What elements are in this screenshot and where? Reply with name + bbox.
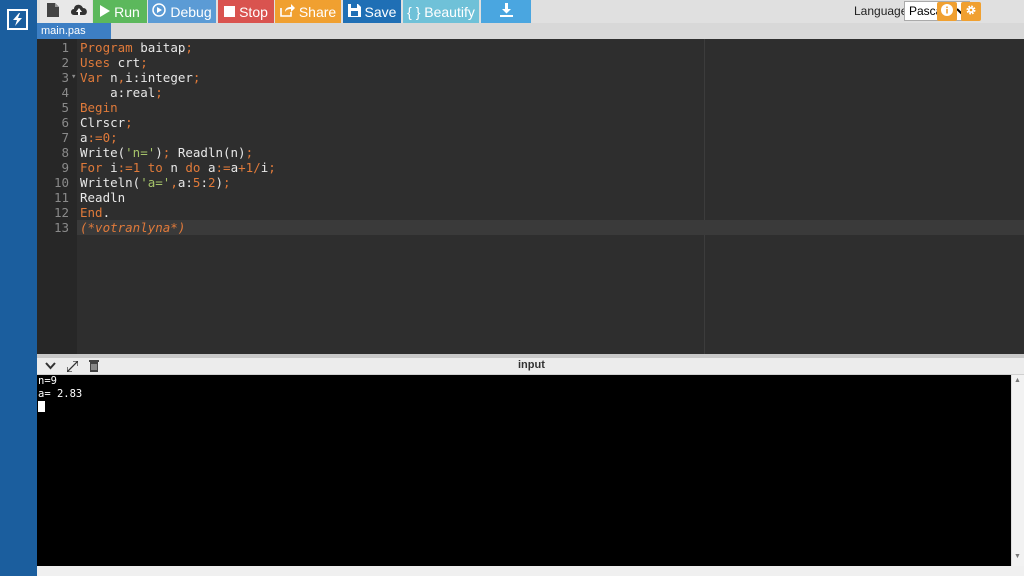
clear-console-icon[interactable] (87, 360, 101, 372)
code-text: a:=0; (80, 130, 118, 145)
stop-square-icon (224, 4, 236, 20)
code-line: 5 Begin (37, 100, 1024, 115)
stop-button[interactable]: Stop (218, 0, 274, 23)
download-icon (499, 3, 513, 20)
code-text: Begin (80, 100, 118, 115)
line-number: 4 (61, 85, 69, 100)
scroll-up-arrow-icon[interactable]: ▲ (1014, 377, 1021, 384)
console-output[interactable]: n=9 a= 2.83 (37, 375, 1011, 566)
code-line: 8 Write('n='); Readln(n); (37, 145, 1024, 160)
code-line: 3 ▾ Var n,i:integer; (37, 70, 1024, 85)
debug-label: Debug (170, 3, 212, 20)
toolbar: Run Debug Stop Share Save { } Beautify L… (37, 0, 1024, 23)
code-text: For i:=1 to n do a:=a+1/i; (80, 160, 276, 175)
tab-main-pas[interactable]: main.pas (37, 23, 111, 39)
line-number: 2 (61, 55, 69, 70)
code-line: 2 Uses crt; (37, 55, 1024, 70)
scroll-down-arrow-icon[interactable]: ▼ (1014, 553, 1021, 560)
code-text: Program baitap; (80, 40, 193, 55)
console-title: input (518, 359, 545, 371)
console-header: input (37, 358, 1024, 375)
code-line: 10 Writeln('a=',a:5:2); (37, 175, 1024, 190)
floppy-disk-icon (347, 3, 361, 20)
console-line: n=9 (38, 375, 57, 387)
download-button[interactable] (481, 0, 531, 23)
share-button[interactable]: Share (275, 0, 341, 23)
line-number: 6 (61, 115, 69, 130)
debug-button[interactable]: Debug (148, 0, 216, 23)
language-label: Language (854, 4, 908, 18)
share-label: Share (298, 3, 337, 20)
save-button[interactable]: Save (343, 0, 401, 23)
line-number: 5 (61, 100, 69, 115)
code-line: 12 End. (37, 205, 1024, 220)
share-icon (280, 3, 295, 20)
line-number: 11 (53, 190, 69, 205)
line-number: 7 (61, 130, 69, 145)
sidebar (0, 0, 37, 576)
expand-icon[interactable] (65, 360, 79, 372)
code-text: Clrscr; (80, 115, 133, 130)
gear-icon (965, 3, 977, 21)
code-line: 11 Readln (37, 190, 1024, 205)
file-icon (47, 3, 59, 20)
code-line: 7 a:=0; (37, 130, 1024, 145)
horizontal-scrollbar[interactable] (37, 566, 1024, 576)
code-editor[interactable]: 1 Program baitap; 2 Uses crt; 3 ▾ Var n,… (37, 39, 1024, 354)
line-number: 10 (53, 175, 69, 190)
code-text: Readln (80, 190, 126, 205)
console-cursor (38, 401, 45, 412)
code-line: 1 Program baitap; (37, 40, 1024, 55)
info-icon (941, 3, 953, 21)
file-tab-strip: main.pas (37, 23, 1024, 39)
console-scrollbar[interactable]: ▲ ▼ (1011, 375, 1024, 566)
play-icon (100, 4, 111, 20)
run-label: Run (114, 3, 140, 20)
line-number: 12 (53, 205, 69, 220)
code-text: Write('n='); Readln(n); (80, 145, 254, 160)
code-text: Var n,i:integer; (80, 70, 201, 85)
fold-arrow-icon[interactable]: ▾ (71, 70, 76, 85)
settings-button[interactable] (961, 2, 981, 21)
console-line: a= 2.83 (38, 388, 83, 400)
cloud-upload-icon (70, 3, 88, 20)
line-number: 13 (53, 220, 69, 235)
line-number: 3 (61, 70, 69, 85)
stop-label: Stop (239, 3, 268, 20)
upload-button[interactable] (66, 0, 92, 23)
run-button[interactable]: Run (93, 0, 147, 23)
line-number: 8 (61, 145, 69, 160)
new-file-button[interactable] (40, 0, 66, 23)
code-line: 4 a:real; (37, 85, 1024, 100)
debug-play-circle-icon (152, 3, 167, 20)
code-text: End. (80, 205, 111, 220)
lightning-logo-icon[interactable] (7, 9, 28, 30)
save-label: Save (364, 3, 397, 20)
code-text: a:real; (80, 85, 163, 100)
beautify-button[interactable]: { } Beautify (403, 0, 479, 23)
code-text: Uses crt; (80, 55, 148, 70)
beautify-label: { } Beautify (407, 3, 475, 20)
code-line: 6 Clrscr; (37, 115, 1024, 130)
code-comment: (*votranlyna*) (80, 220, 186, 235)
line-number: 1 (61, 40, 69, 55)
collapse-chevron-icon[interactable] (43, 360, 57, 372)
code-line: 13 (*votranlyna*) (37, 220, 1024, 235)
info-button[interactable] (937, 2, 957, 21)
code-line: 9 For i:=1 to n do a:=a+1/i; (37, 160, 1024, 175)
code-text: Writeln('a=',a:5:2); (80, 175, 231, 190)
line-number: 9 (61, 160, 69, 175)
